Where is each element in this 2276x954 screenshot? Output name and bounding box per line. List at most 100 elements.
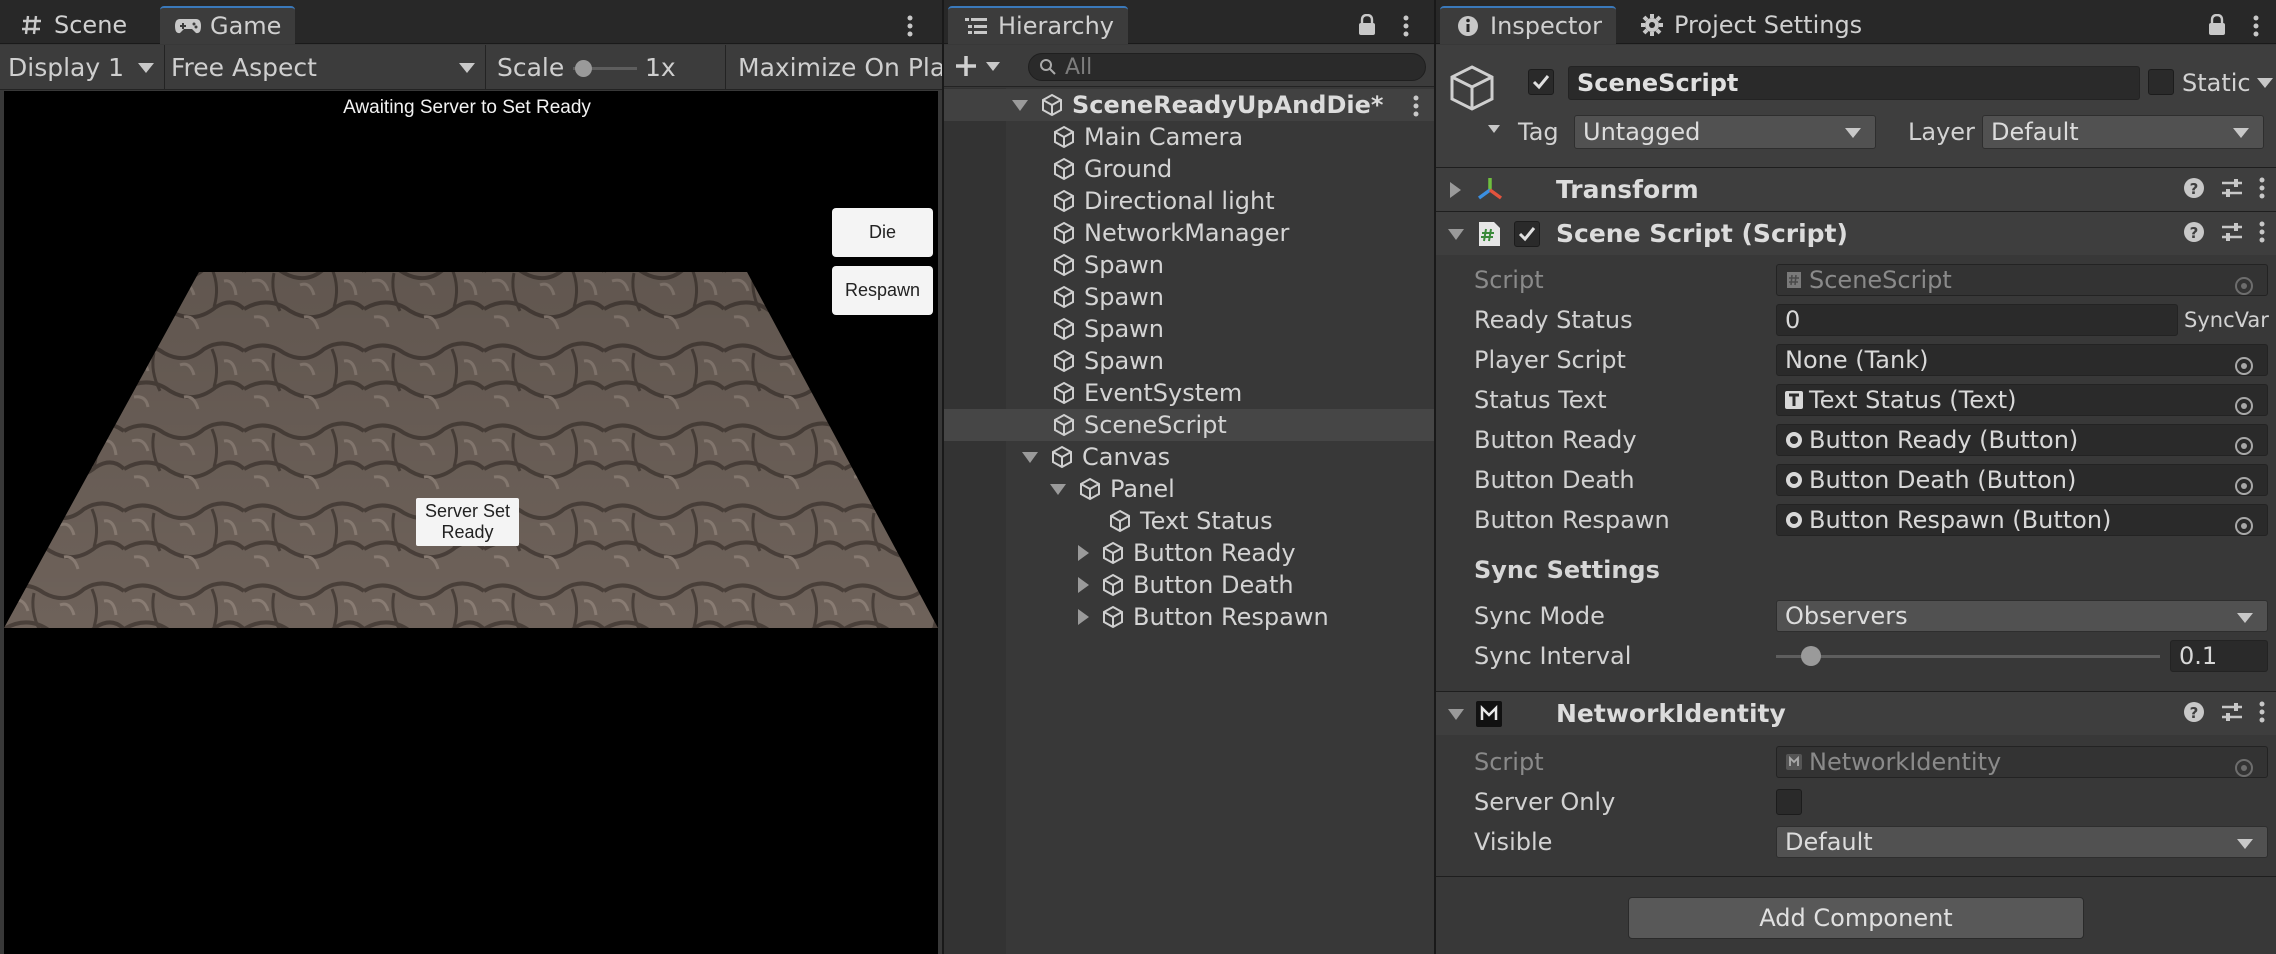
hierarchy-menu-icon[interactable]	[1402, 14, 1410, 38]
scene-script-header[interactable]: Scene Script (Script) ?	[1436, 211, 2276, 255]
server-only-checkbox[interactable]	[1776, 789, 1802, 815]
status-text: Awaiting Server to Set Ready	[343, 97, 591, 118]
inspector-tab-bar: Inspector Project Settings	[1436, 0, 2276, 44]
visible-dropdown[interactable]: Default	[1776, 826, 2268, 858]
presets-sliders-icon[interactable]	[2220, 176, 2244, 200]
scene-script-enabled-checkbox[interactable]	[1514, 221, 1540, 247]
hierarchy-item[interactable]: NetworkManager	[944, 217, 1434, 249]
presets-sliders-icon[interactable]	[2220, 700, 2244, 724]
layer-dropdown[interactable]: Default	[1982, 115, 2264, 149]
player-script-field[interactable]: None (Tank)	[1776, 344, 2268, 376]
button-ready-field[interactable]: Button Ready (Button)	[1776, 424, 2268, 456]
chevron-down-icon[interactable]	[1022, 451, 1038, 463]
button-death-field[interactable]: Button Death (Button)	[1776, 464, 2268, 496]
maximize-on-play-toggle[interactable]: Maximize On Play	[738, 45, 942, 90]
chevron-right-icon[interactable]	[1078, 609, 1089, 625]
hierarchy-search-input[interactable]: All	[1028, 53, 1426, 81]
hierarchy-item[interactable]: Directional light	[944, 185, 1434, 217]
status-text-field[interactable]: Text Status (Text)	[1776, 384, 2268, 416]
network-identity-header-icons: ?	[2182, 700, 2266, 724]
button-respawn-row: Button Respawn Button Respawn (Button)	[1436, 500, 2276, 540]
hierarchy-item[interactable]: Button Respawn	[944, 601, 1434, 633]
tag-dropdown[interactable]: Untagged	[1574, 115, 1876, 149]
static-dropdown[interactable]: Static	[2182, 66, 2273, 100]
game-viewport[interactable]: Awaiting Server to Set Ready Die Respawn…	[4, 91, 938, 954]
tab-project-settings[interactable]: Project Settings	[1624, 6, 1876, 44]
add-component-button[interactable]: Add Component	[1628, 897, 2084, 939]
component-menu-icon[interactable]	[2258, 220, 2266, 244]
hierarchy-item[interactable]: Main Camera	[944, 121, 1434, 153]
tab-game[interactable]: Game	[160, 6, 296, 44]
scene-menu-icon[interactable]	[1412, 95, 1420, 117]
object-picker-icon[interactable]	[2235, 477, 2253, 495]
ready-status-input[interactable]: 0	[1776, 304, 2178, 336]
object-picker-icon[interactable]	[2235, 437, 2253, 455]
gameobject-cube-icon	[1099, 571, 1127, 599]
respawn-button[interactable]: Respawn	[832, 266, 933, 315]
static-checkbox[interactable]	[2148, 69, 2174, 95]
ni-script-field: NetworkIdentity	[1776, 746, 2268, 778]
server-only-row: Server Only	[1436, 782, 2276, 822]
button-respawn-field[interactable]: Button Respawn (Button)	[1776, 504, 2268, 536]
chevron-right-icon[interactable]	[1078, 545, 1089, 561]
transform-header[interactable]: Transform ?	[1436, 167, 2276, 211]
display-dropdown[interactable]: Display 1	[8, 45, 158, 90]
lock-icon[interactable]	[2208, 14, 2226, 36]
transform-axes-icon	[1476, 176, 1504, 204]
hierarchy-item[interactable]: Button Death	[944, 569, 1434, 601]
game-panel-menu-icon[interactable]	[906, 14, 916, 38]
scale-slider[interactable]	[573, 58, 637, 78]
object-name-field[interactable]: SceneScript	[1568, 66, 2140, 100]
component-menu-icon[interactable]	[2258, 176, 2266, 200]
object-picker-icon[interactable]	[2235, 517, 2253, 535]
add-object-button[interactable]	[954, 53, 1006, 79]
scene-root-row[interactable]: SceneReadyUpAndDie*	[944, 89, 1434, 121]
sync-interval-slider[interactable]	[1776, 646, 2160, 666]
hierarchy-item[interactable]: Text Status	[944, 505, 1434, 537]
hierarchy-item[interactable]: Spawn	[944, 249, 1434, 281]
component-menu-icon[interactable]	[2258, 700, 2266, 724]
player-script-row: Player Script None (Tank)	[1436, 340, 2276, 380]
hierarchy-item[interactable]: Spawn	[944, 313, 1434, 345]
sync-mode-dropdown[interactable]: Observers	[1776, 600, 2268, 632]
inspector-menu-icon[interactable]	[2252, 14, 2260, 38]
hierarchy-item[interactable]: Spawn	[944, 345, 1434, 377]
help-icon[interactable]: ?	[2182, 176, 2206, 200]
network-identity-header[interactable]: NetworkIdentity ?	[1436, 691, 2276, 735]
sync-interval-slider-thumb[interactable]	[1801, 646, 1822, 666]
help-icon[interactable]: ?	[2182, 220, 2206, 244]
aspect-dropdown[interactable]: Free Aspect	[171, 45, 479, 90]
hierarchy-item[interactable]: Panel	[944, 473, 1434, 505]
scale-slider-thumb[interactable]	[575, 60, 592, 77]
hierarchy-panel: Hierarchy All SceneReadyUpAndDie* Main C…	[944, 0, 1434, 954]
chevron-down-icon[interactable]	[1488, 125, 1500, 133]
layer-label: Layer	[1908, 118, 1975, 146]
server-only-label: Server Only	[1474, 788, 1616, 816]
sync-interval-input[interactable]: 0.1	[2170, 640, 2268, 672]
hierarchy-item[interactable]: EventSystem	[944, 377, 1434, 409]
gamepad-icon	[174, 12, 202, 40]
chevron-down-icon[interactable]	[1050, 483, 1066, 495]
scene-name: SceneReadyUpAndDie*	[1072, 91, 1384, 119]
active-checkbox[interactable]	[1528, 69, 1554, 95]
die-button[interactable]: Die	[832, 208, 933, 257]
hierarchy-item[interactable]: Button Ready	[944, 537, 1434, 569]
presets-sliders-icon[interactable]	[2220, 220, 2244, 244]
sync-mode-label: Sync Mode	[1474, 602, 1605, 630]
object-picker-icon[interactable]	[2235, 397, 2253, 415]
visible-value: Default	[1785, 828, 1873, 856]
hierarchy-item[interactable]: Ground	[944, 153, 1434, 185]
tab-inspector[interactable]: Inspector	[1440, 6, 1616, 44]
chevron-right-icon[interactable]	[1078, 577, 1089, 593]
server-set-ready-button[interactable]: Server Set Ready	[416, 498, 519, 546]
hierarchy-item[interactable]: Spawn	[944, 281, 1434, 313]
hierarchy-item[interactable]: Canvas	[944, 441, 1434, 473]
hierarchy-item[interactable]: SceneScript	[944, 409, 1434, 441]
syncvar-badge: SyncVar	[2184, 308, 2269, 332]
object-picker-icon[interactable]	[2235, 357, 2253, 375]
lock-icon[interactable]	[1358, 14, 1376, 36]
tab-scene[interactable]: Scene	[4, 6, 141, 44]
hierarchy-item-label: Button Death	[1133, 571, 1294, 599]
tab-hierarchy[interactable]: Hierarchy	[948, 6, 1129, 44]
help-icon[interactable]: ?	[2182, 700, 2206, 724]
